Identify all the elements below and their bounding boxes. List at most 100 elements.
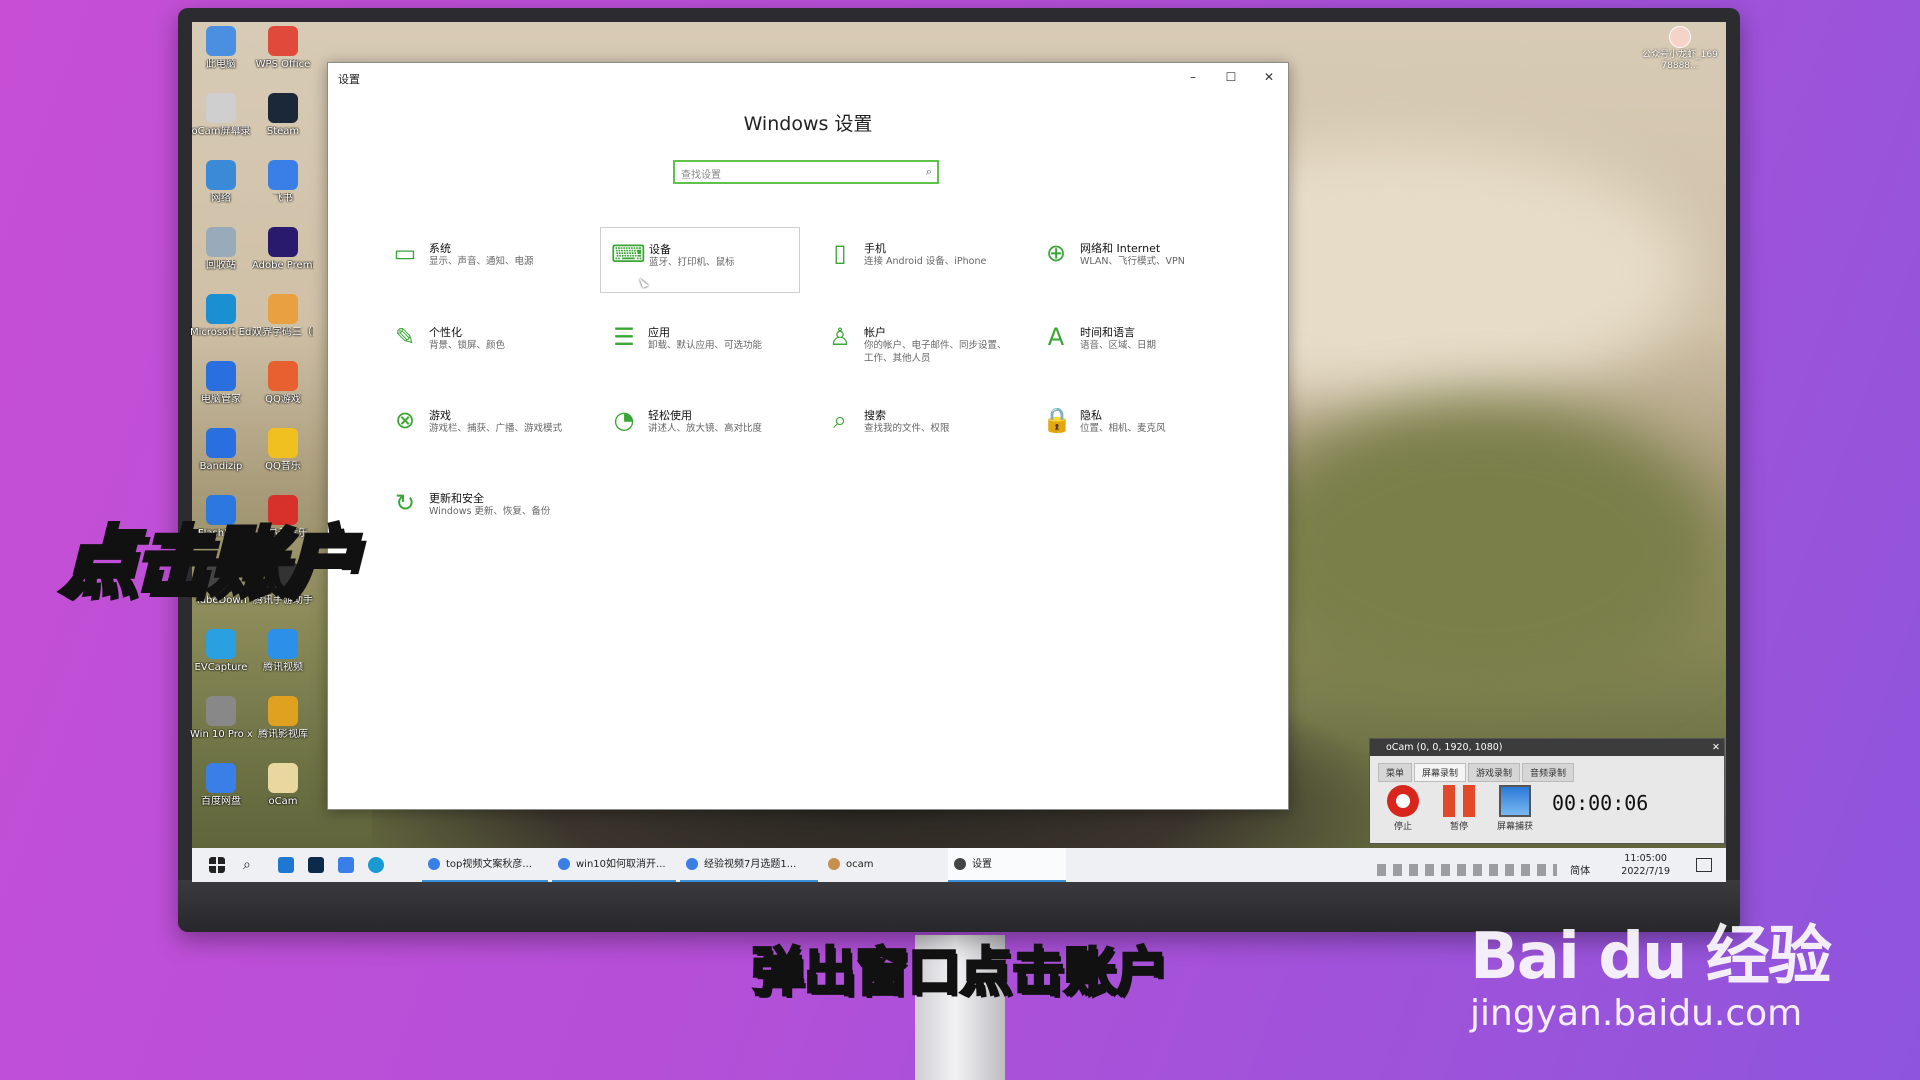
app-icon [268, 227, 298, 257]
settings-tile[interactable]: ♙ 帐户 你的帐户、电子邮件、同步设置、工作、其他人员 [816, 311, 1016, 377]
settings-tile[interactable]: 🔒 隐私 位置、相机、麦克风 [1032, 394, 1232, 460]
taskbar-edge[interactable] [364, 848, 388, 882]
desktop-icon[interactable]: 网络 [190, 160, 252, 205]
desktop-icon[interactable]: EVCapture [190, 629, 252, 674]
settings-tile[interactable]: ▯ 手机 连接 Android 设备、iPhone [816, 227, 1016, 293]
baidu-watermark: Bai du 经验 jingyan.baidu.com [1470, 905, 1832, 1034]
monitor-capture-icon [1499, 785, 1531, 817]
desktop-icon[interactable]: WPS Office [252, 26, 314, 71]
ime-indicator[interactable]: 简体 [1570, 866, 1590, 877]
tray-icons[interactable] [1377, 863, 1557, 876]
search-icon: ⌕ [243, 857, 251, 873]
app-icon [206, 629, 236, 659]
ocam-capture-button[interactable]: 屏幕捕获 [1490, 785, 1540, 832]
tile-subtitle: 蓝牙、打印机、鼠标 [649, 257, 735, 268]
desktop-icon-label: 网络 [211, 193, 231, 204]
active-indicator [680, 880, 818, 882]
ocam-pause-button[interactable]: 暂停 [1434, 785, 1484, 832]
video-caption: 点击账户 [58, 515, 360, 608]
settings-tile[interactable]: ▭ 系统 显示、声音、通知、电源 [381, 227, 581, 293]
tile-subtitle: 背景、锁屏、颜色 [429, 340, 506, 351]
tile-title: 系统 [429, 242, 451, 255]
settings-tile[interactable]: ◔ 轻松使用 讲述人、放大镜、高对比度 [600, 394, 800, 460]
search-icon: ⌕ [833, 406, 847, 434]
desktop-icon[interactable]: Steam [252, 93, 314, 138]
search-input[interactable]: 查找设置 ⌕ [673, 160, 939, 184]
settings-tile[interactable]: ↻ 更新和安全 Windows 更新、恢复、备份 [381, 477, 581, 543]
minimize-button[interactable]: – [1174, 63, 1212, 91]
settings-tile[interactable]: ⊕ 网络和 Internet WLAN、飞行模式、VPN [1032, 227, 1232, 293]
start-button[interactable] [202, 848, 232, 882]
tile-subtitle: WLAN、飞行模式、VPN [1080, 256, 1185, 267]
desktop-icon[interactable]: QQ游戏 [252, 361, 314, 406]
desktop-icon[interactable]: oCam屏幕录 [190, 93, 252, 138]
taskbar-feishu[interactable] [334, 848, 358, 882]
tile-subtitle: 卸载、默认应用、可选功能 [648, 340, 763, 351]
active-indicator [948, 880, 1066, 882]
desktop-icon[interactable]: 回收站 [190, 227, 252, 272]
tile-title: 网络和 Internet [1080, 242, 1161, 255]
notification-icon[interactable] [1696, 858, 1712, 872]
settings-tile[interactable]: A 时间和语言 语音、区域、日期 [1032, 311, 1232, 377]
taskbar-task[interactable]: win10如何取消开... [552, 848, 676, 882]
ocam-tab-menu[interactable]: 菜单 [1378, 763, 1413, 782]
ocam-title: oCam (0, 0, 1920, 1080) ✕ [1370, 739, 1724, 756]
taskbar-task[interactable]: 设置 [948, 848, 1066, 882]
desktop-icon-label: 飞书 [273, 193, 293, 204]
task-icon [558, 858, 570, 870]
ocam-window: oCam (0, 0, 1920, 1080) ✕ 菜单 屏幕录制 游戏录制 音频录制… [1369, 738, 1725, 844]
page-title: Windows 设置 [743, 113, 873, 135]
taskbar-search-button[interactable]: ⌕ [236, 848, 266, 882]
desktop-icon-label: QQ游戏 [265, 394, 301, 405]
taskbar-mail[interactable] [274, 848, 298, 882]
ocam-timer: 00:00:06 [1552, 791, 1649, 815]
desktop-icon[interactable]: 电脑管家 [190, 361, 252, 406]
app-icon [206, 160, 236, 190]
task-icon [428, 858, 440, 870]
ocam-stop-button[interactable]: 停止 [1378, 785, 1428, 832]
desktop-icon[interactable]: 此电脑 [190, 26, 252, 71]
stop-label: 停止 [1393, 822, 1412, 832]
desktop-icon-label: Microsoft Edge [190, 327, 252, 338]
desktop-icon[interactable]: Bandizip [190, 428, 252, 473]
taskbar-task[interactable]: 经验视频7月选题1... [680, 848, 818, 882]
taskbar-clock[interactable]: 11:05:00 2022/7/19 [1621, 852, 1670, 878]
settings-tile[interactable]: ⌨ 设备 蓝牙、打印机、鼠标 [600, 227, 800, 293]
desktop-icon[interactable]: QQ音乐 [252, 428, 314, 473]
settings-window: 设置 – ☐ ✕ Windows 设置 查找设置 ⌕ ▭ 系统 显示、声音、通知、电… [327, 62, 1289, 810]
task-label: win10如何取消开... [576, 859, 666, 870]
settings-tile[interactable]: ✎ 个性化 背景、锁屏、颜色 [381, 311, 581, 377]
desktop-icon[interactable]: Microsoft Edge [190, 294, 252, 339]
desktop-icon[interactable]: 腾讯影视库 [252, 696, 314, 741]
settings-tile[interactable]: ⌕ 搜索 查找我的文件、权限 [816, 394, 1016, 460]
desktop-icon-label: Adobe Premie... [252, 260, 314, 271]
desktop-icon[interactable]: oCam [252, 763, 314, 808]
app-icon [268, 361, 298, 391]
taskbar-photoshop[interactable] [304, 848, 328, 882]
tile-title: 帐户 [864, 326, 886, 339]
xbox-icon: ⊗ [394, 406, 416, 434]
taskbar-task[interactable]: ocam [822, 848, 944, 882]
ocam-close-button[interactable]: ✕ [1712, 739, 1720, 756]
desktop-icon[interactable]: Adobe Premie... [252, 227, 314, 272]
ocam-tab-game[interactable]: 游戏录制 [1468, 763, 1521, 782]
desktop-icon[interactable]: Win 10 Pro x64 (C) [190, 696, 252, 741]
user-label: 公众号小龙虾_16978888... [1642, 50, 1718, 71]
baidu-logo: Bai du 经验 [1470, 920, 1832, 994]
settings-tile[interactable]: ☰ 应用 卸载、默认应用、可选功能 [600, 311, 800, 377]
taskbar-task[interactable]: top视频文案秋彦... [422, 848, 548, 882]
top-right-user[interactable]: 公众号小龙虾_16978888... [1640, 26, 1720, 72]
task-label: 经验视频7月选题1... [704, 859, 797, 870]
desktop-icon[interactable]: 百度网盘 [190, 763, 252, 808]
ocam-tab-audio[interactable]: 音频录制 [1522, 763, 1575, 782]
tile-title: 个性化 [429, 326, 462, 339]
ocam-tab-screen[interactable]: 屏幕录制 [1414, 763, 1467, 782]
close-button[interactable]: ✕ [1250, 63, 1288, 91]
app-icon [268, 763, 298, 793]
desktop-icon[interactable]: 腾讯视频 [252, 629, 314, 674]
desktop-icon[interactable]: 双界字码三（限 [252, 294, 314, 339]
maximize-button[interactable]: ☐ [1212, 63, 1250, 91]
desktop-icon[interactable]: 飞书 [252, 160, 314, 205]
settings-tile[interactable]: ⊗ 游戏 游戏栏、捕获、广播、游戏模式 [381, 394, 581, 460]
desktop-icon-label: oCam屏幕录 [191, 126, 251, 137]
